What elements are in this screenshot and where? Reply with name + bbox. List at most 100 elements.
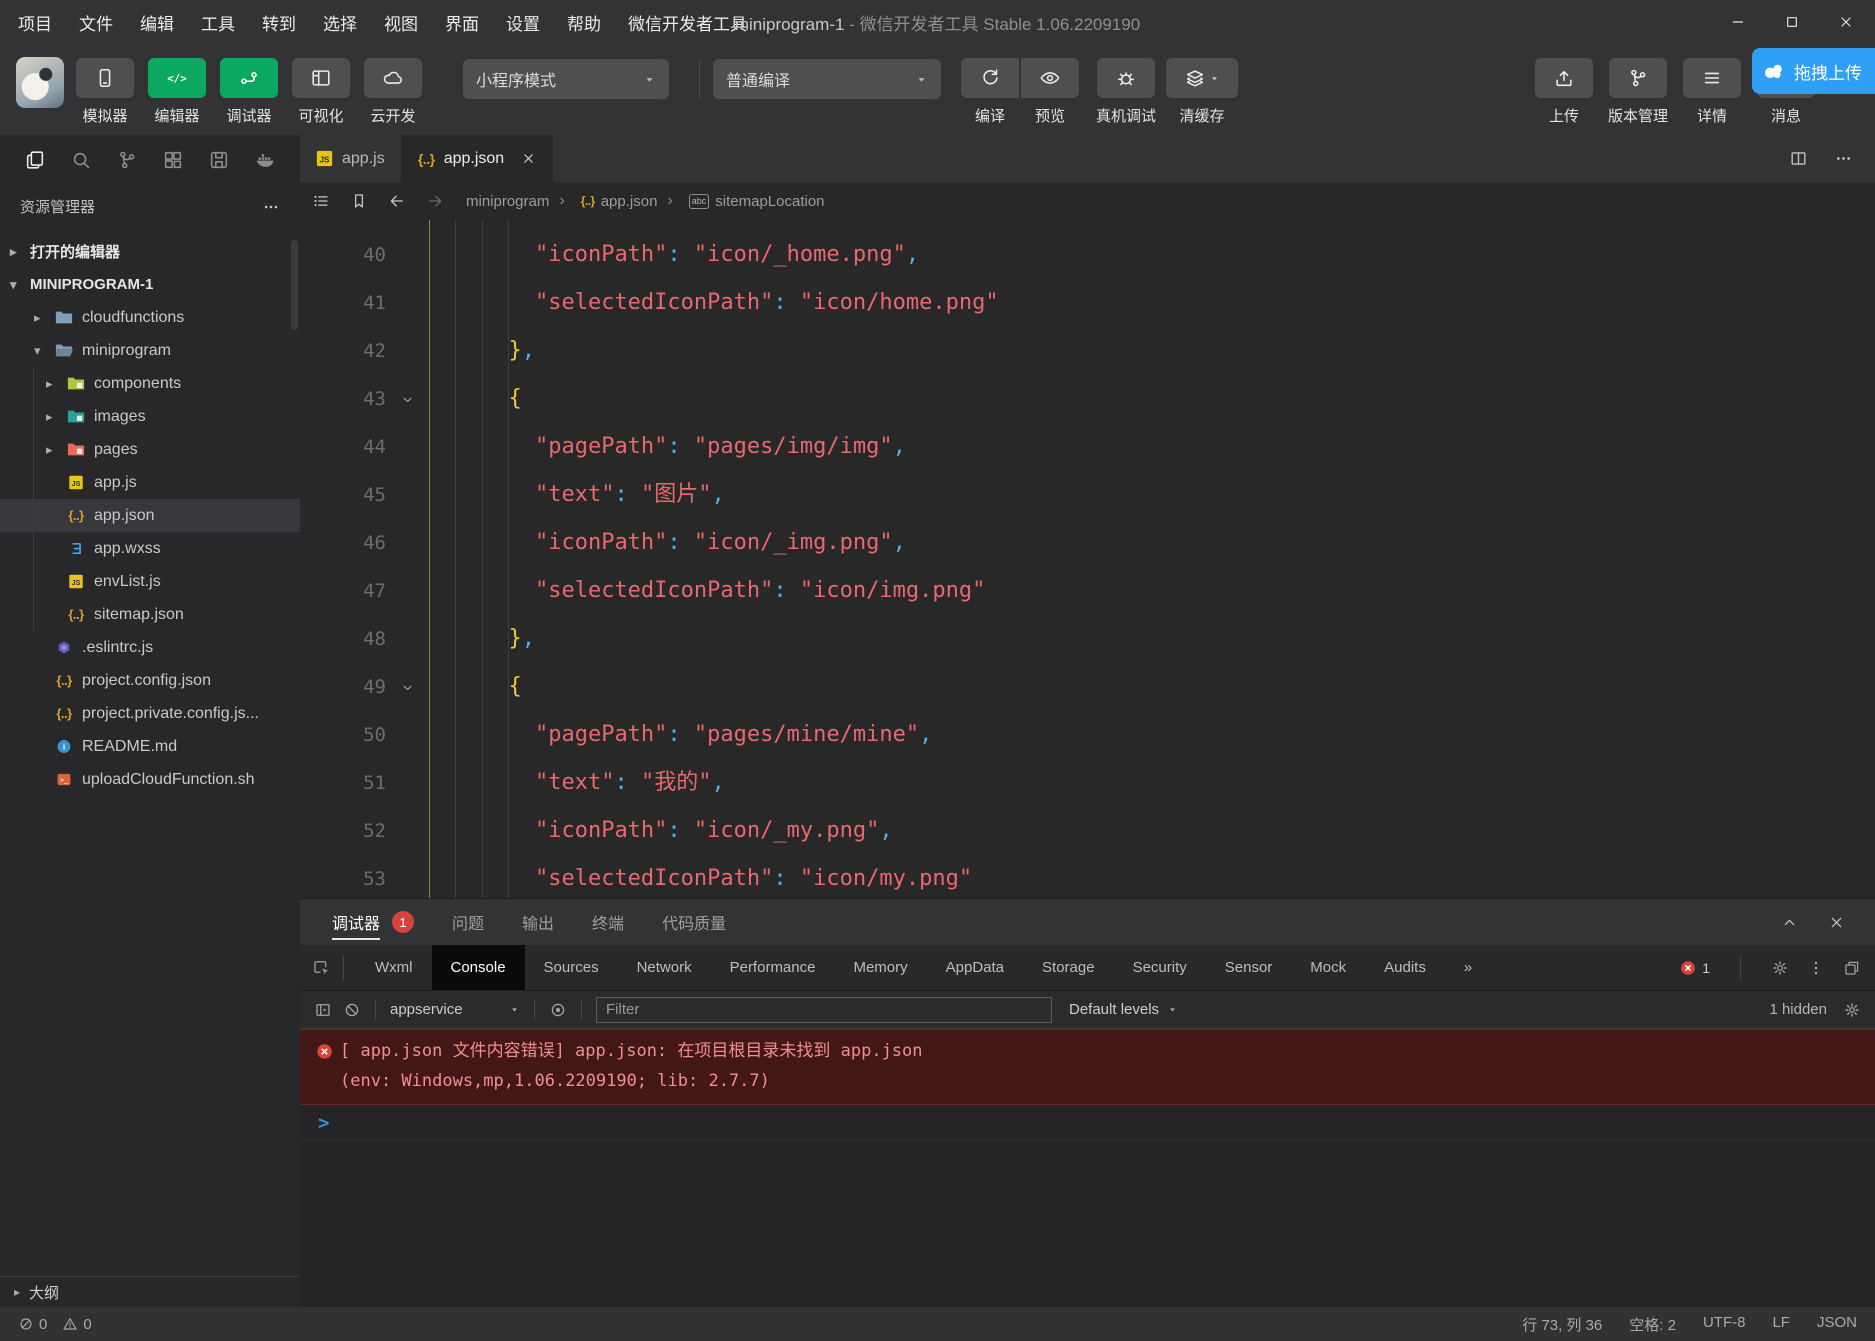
console-settings-icon[interactable] [1843, 1001, 1861, 1019]
breadcrumb-item[interactable]: {..} app.json [549, 192, 658, 210]
toolbar-button-editor[interactable]: </> 编辑器 [148, 58, 206, 126]
code-editor[interactable]: 39 "text": "首页", 40 "iconPath": "icon/_h… [300, 220, 1875, 898]
status-item[interactable]: LF [1772, 1314, 1790, 1335]
tree-item[interactable]: .eslintrc.js [0, 631, 300, 664]
status-item[interactable]: 空格: 2 [1629, 1314, 1676, 1335]
maximize-button[interactable] [1777, 7, 1807, 37]
hidden-count[interactable]: 1 hidden [1769, 1001, 1827, 1018]
devtools-tab-more[interactable]: » [1445, 945, 1491, 990]
menu-item[interactable]: 界面 [445, 10, 479, 35]
tree-item[interactable]: {..} project.private.config.js... [0, 697, 300, 730]
drag-upload-overlay[interactable]: 拖拽上传 [1752, 48, 1875, 94]
editor-tab-app-js[interactable]: JS app.js [300, 135, 402, 182]
status-item[interactable]: 行 73, 列 36 [1522, 1314, 1602, 1335]
close-panel-icon[interactable] [1828, 914, 1845, 931]
more-actions-icon[interactable] [1834, 149, 1853, 168]
close-button[interactable] [1831, 7, 1861, 37]
breadcrumb-item[interactable]: abc sitemapLocation [657, 192, 825, 210]
status-errors[interactable]: 0 [18, 1316, 47, 1333]
tree-item[interactable]: JS envList.js [0, 565, 300, 598]
status-warnings[interactable]: 0 [62, 1316, 92, 1333]
devtools-tab[interactable]: Memory [834, 945, 926, 990]
activity-icon-npm-scripts[interactable] [208, 149, 230, 171]
menu-item[interactable]: 视图 [384, 10, 418, 35]
bookmark-icon[interactable] [350, 192, 368, 210]
menu-item[interactable]: 帮助 [567, 10, 601, 35]
tree-item[interactable]: >_ uploadCloudFunction.sh [0, 763, 300, 796]
toolbar-button-compile[interactable]: 编译 [961, 58, 1019, 126]
tree-item[interactable]: app.wxss [0, 532, 300, 565]
back-icon[interactable] [388, 192, 406, 210]
toolbar-button-upload[interactable]: 上传 [1535, 58, 1593, 126]
toolbar-button-version-control[interactable]: 版本管理 [1608, 58, 1668, 126]
tree-item[interactable]: 打开的编辑器 [0, 235, 300, 268]
menu-item[interactable]: 编辑 [140, 10, 174, 35]
menu-item[interactable]: 文件 [79, 10, 113, 35]
status-item[interactable]: UTF-8 [1703, 1314, 1746, 1335]
devtools-tab[interactable]: Sensor [1206, 945, 1292, 990]
tree-item[interactable]: miniprogram [0, 334, 300, 367]
mode-select[interactable]: 小程序模式 [463, 59, 669, 99]
console-prompt[interactable]: > [300, 1105, 1875, 1141]
toolbar-button-preview[interactable]: 预览 [1021, 58, 1079, 126]
tree-item[interactable]: MINIPROGRAM-1 [0, 268, 300, 301]
fold-icon[interactable] [386, 391, 429, 408]
tree-item[interactable]: {..} app.json [0, 499, 300, 532]
inspect-element-icon[interactable] [312, 958, 331, 977]
menu-item[interactable]: 转到 [262, 10, 296, 35]
tree-item[interactable]: i README.md [0, 730, 300, 763]
breadcrumb-item[interactable]: miniprogram [466, 193, 549, 210]
toolbar-button-details[interactable]: 详情 [1683, 58, 1741, 126]
activity-icon-search[interactable] [70, 149, 92, 171]
devtools-tab[interactable]: Network [618, 945, 711, 990]
status-item[interactable]: JSON [1817, 1314, 1857, 1335]
menu-item[interactable]: 微信开发者工具 [628, 10, 747, 35]
minimize-button[interactable] [1723, 7, 1753, 37]
tree-item[interactable]: images [0, 400, 300, 433]
clear-console-icon[interactable] [343, 1001, 361, 1019]
toolbar-button-cloud-dev[interactable]: 云开发 [364, 58, 422, 126]
user-avatar[interactable] [16, 57, 64, 108]
panel-tab-problems[interactable]: 问题 [452, 899, 484, 945]
activity-icon-docker[interactable] [254, 149, 276, 171]
activity-icon-explorer[interactable] [24, 149, 46, 171]
activity-icon-extensions[interactable] [162, 149, 184, 171]
activity-icon-source-control[interactable] [116, 149, 138, 171]
outline-list-icon[interactable] [312, 192, 330, 210]
editor-tab-app-json[interactable]: {..} app.json [401, 135, 554, 182]
devtools-tab[interactable]: AppData [927, 945, 1023, 990]
tree-item[interactable]: {..} sitemap.json [0, 598, 300, 631]
panel-tab-code-quality[interactable]: 代码质量 [662, 899, 726, 945]
expand-panel-icon[interactable] [1781, 914, 1798, 931]
console-sidebar-icon[interactable] [314, 1001, 332, 1019]
panel-tab-output[interactable]: 输出 [522, 899, 554, 945]
live-expression-icon[interactable] [549, 1001, 567, 1019]
tree-item[interactable]: {..} project.config.json [0, 664, 300, 697]
devtools-menu-icon[interactable] [1807, 959, 1825, 977]
console-error-count[interactable]: 1 [1680, 960, 1710, 976]
close-icon[interactable] [521, 151, 536, 166]
tree-item[interactable]: pages [0, 433, 300, 466]
compile-mode-select[interactable]: 普通编译 [713, 59, 941, 99]
devtools-tab[interactable]: Storage [1023, 945, 1114, 990]
devtools-tab[interactable]: Audits [1365, 945, 1445, 990]
devtools-tab[interactable]: Security [1114, 945, 1206, 990]
menu-item[interactable]: 选择 [323, 10, 357, 35]
tree-item[interactable]: cloudfunctions [0, 301, 300, 334]
devtools-tab[interactable]: Wxml [356, 945, 432, 990]
more-actions-icon[interactable] [262, 198, 280, 216]
fold-icon[interactable] [386, 679, 429, 696]
log-levels-select[interactable]: Default levels [1069, 1001, 1178, 1018]
tree-item[interactable]: components [0, 367, 300, 400]
toolbar-button-simulator[interactable]: 模拟器 [76, 58, 134, 126]
dock-side-icon[interactable] [1843, 959, 1861, 977]
toolbar-button-remote-debug[interactable]: 真机调试 [1096, 58, 1156, 126]
sidebar-scrollbar[interactable] [291, 240, 298, 330]
panel-tab-terminal[interactable]: 终端 [592, 899, 624, 945]
context-select[interactable]: appservice [390, 1001, 520, 1018]
outline-section[interactable]: 大纲 [0, 1276, 300, 1307]
devtools-tab[interactable]: Console [431, 945, 525, 990]
forward-icon[interactable] [426, 192, 444, 210]
tree-item[interactable]: JS app.js [0, 466, 300, 499]
devtools-tab[interactable]: Mock [1291, 945, 1365, 990]
